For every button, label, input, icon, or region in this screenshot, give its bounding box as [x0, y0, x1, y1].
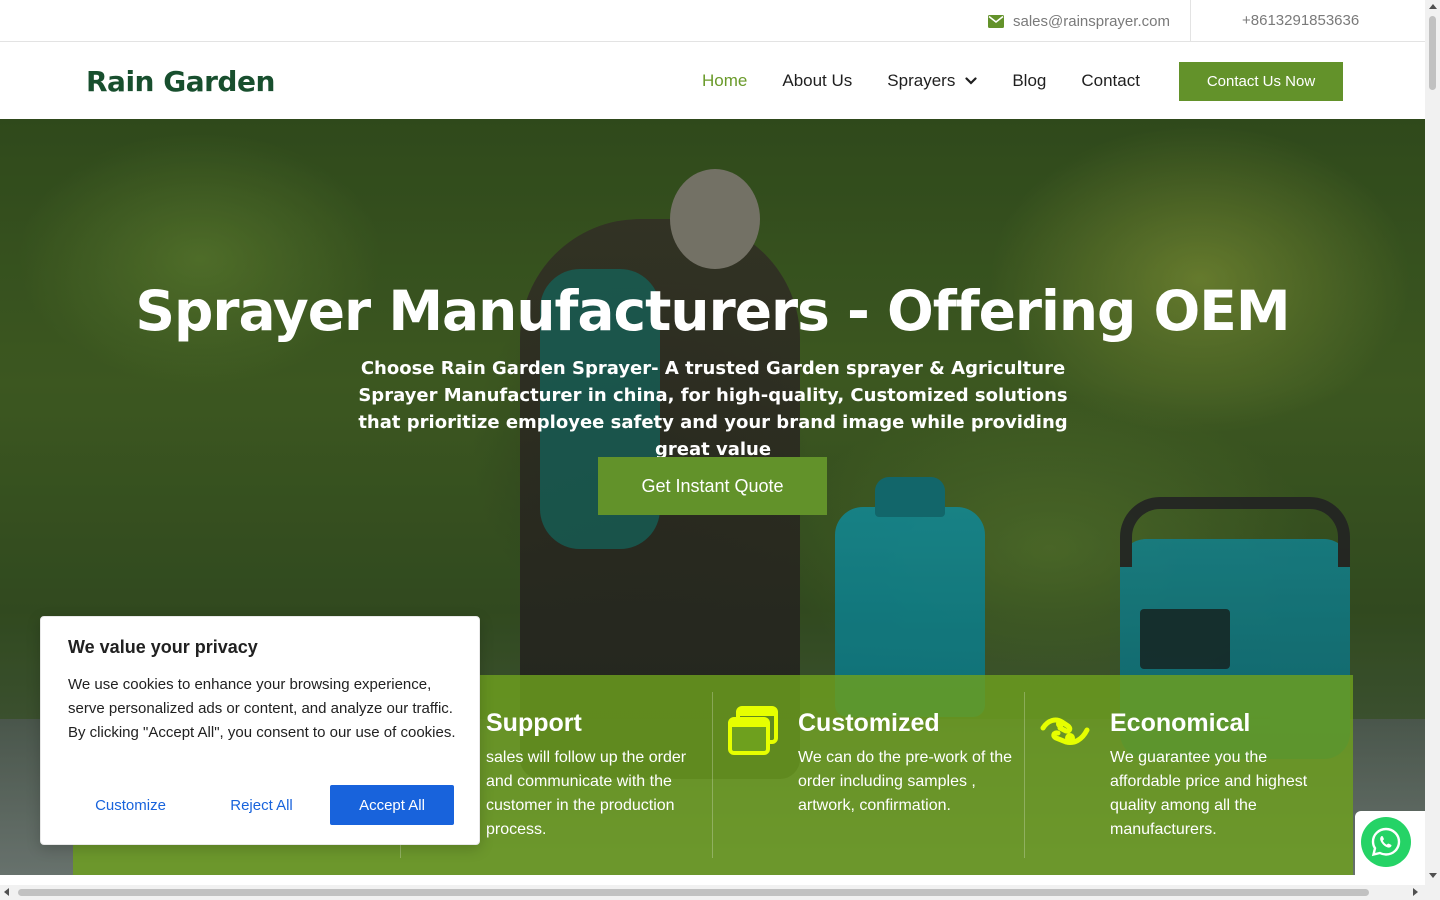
scroll-left-arrow-icon[interactable]	[4, 888, 9, 896]
cookie-reject-all-button[interactable]: Reject All	[199, 785, 324, 825]
email-link[interactable]: sales@rainsprayer.com	[988, 11, 1170, 31]
nav-item-blog[interactable]: Blog	[1012, 71, 1046, 91]
feature-divider	[712, 692, 713, 858]
site-logo[interactable]: Rain Garden	[86, 63, 275, 99]
vertical-scrollbar-thumb[interactable]	[1429, 16, 1436, 90]
windows-icon	[728, 706, 778, 755]
main-navbar: Rain Garden Home About Us Sprayers Blog …	[0, 43, 1425, 119]
nav-item-contact[interactable]: Contact	[1081, 71, 1140, 91]
feature-economical: Economical We guarantee you the affordab…	[1024, 692, 1336, 858]
scroll-up-arrow-icon[interactable]	[1429, 4, 1437, 9]
whatsapp-widget	[1355, 811, 1425, 875]
scroll-down-arrow-icon[interactable]	[1429, 873, 1437, 878]
contact-us-now-button[interactable]: Contact Us Now	[1179, 62, 1343, 101]
get-instant-quote-button[interactable]: Get Instant Quote	[598, 457, 827, 515]
envelope-icon	[988, 14, 1004, 28]
feature-customized: Customized We can do the pre-work of the…	[712, 692, 1024, 858]
nav-item-sprayers-label: Sprayers	[887, 71, 956, 90]
feature-text: We guarantee you the affordable price an…	[1110, 749, 1308, 838]
cookie-title: We value your privacy	[68, 637, 258, 657]
feature-title: Support	[486, 709, 582, 737]
hero-subtitle: Choose Rain Garden Sprayer- A trusted Ga…	[358, 358, 1068, 460]
cookie-text: We use cookies to enhance your browsing …	[68, 676, 456, 741]
horizontal-scrollbar-thumb[interactable]	[18, 889, 1369, 896]
topbar-divider	[1190, 0, 1191, 42]
feature-text: We can do the pre-work of the order incl…	[798, 749, 1013, 814]
feature-title: Economical	[1110, 709, 1251, 737]
main-menu: Home About Us Sprayers Blog Contact	[702, 71, 1175, 91]
horizontal-scrollbar[interactable]	[0, 885, 1440, 900]
whatsapp-button[interactable]	[1361, 817, 1411, 867]
email-text: sales@rainsprayer.com	[1013, 12, 1170, 30]
cookie-consent-banner: We value your privacy We use cookies to …	[40, 616, 480, 845]
handshake-icon	[1040, 717, 1090, 745]
feature-title: Customized	[798, 709, 940, 737]
chevron-down-icon	[965, 77, 977, 85]
feature-divider	[1024, 692, 1025, 858]
top-bar: sales@rainsprayer.com +8613291853636	[0, 0, 1425, 42]
phone-link[interactable]: +8613291853636	[1242, 11, 1359, 31]
cookie-customize-button[interactable]: Customize	[68, 785, 193, 825]
whatsapp-icon	[1371, 827, 1401, 857]
scroll-right-arrow-icon[interactable]	[1413, 888, 1418, 896]
nav-item-about-us[interactable]: About Us	[782, 71, 852, 91]
feature-text: sales will follow up the order and commu…	[486, 749, 687, 838]
cookie-accept-all-button[interactable]: Accept All	[330, 785, 454, 825]
nav-item-home[interactable]: Home	[702, 71, 747, 91]
vertical-scrollbar[interactable]	[1425, 0, 1440, 885]
nav-item-sprayers[interactable]: Sprayers	[887, 71, 977, 91]
hero-title: Sprayer Manufacturers - Offering OEM	[135, 279, 1290, 343]
